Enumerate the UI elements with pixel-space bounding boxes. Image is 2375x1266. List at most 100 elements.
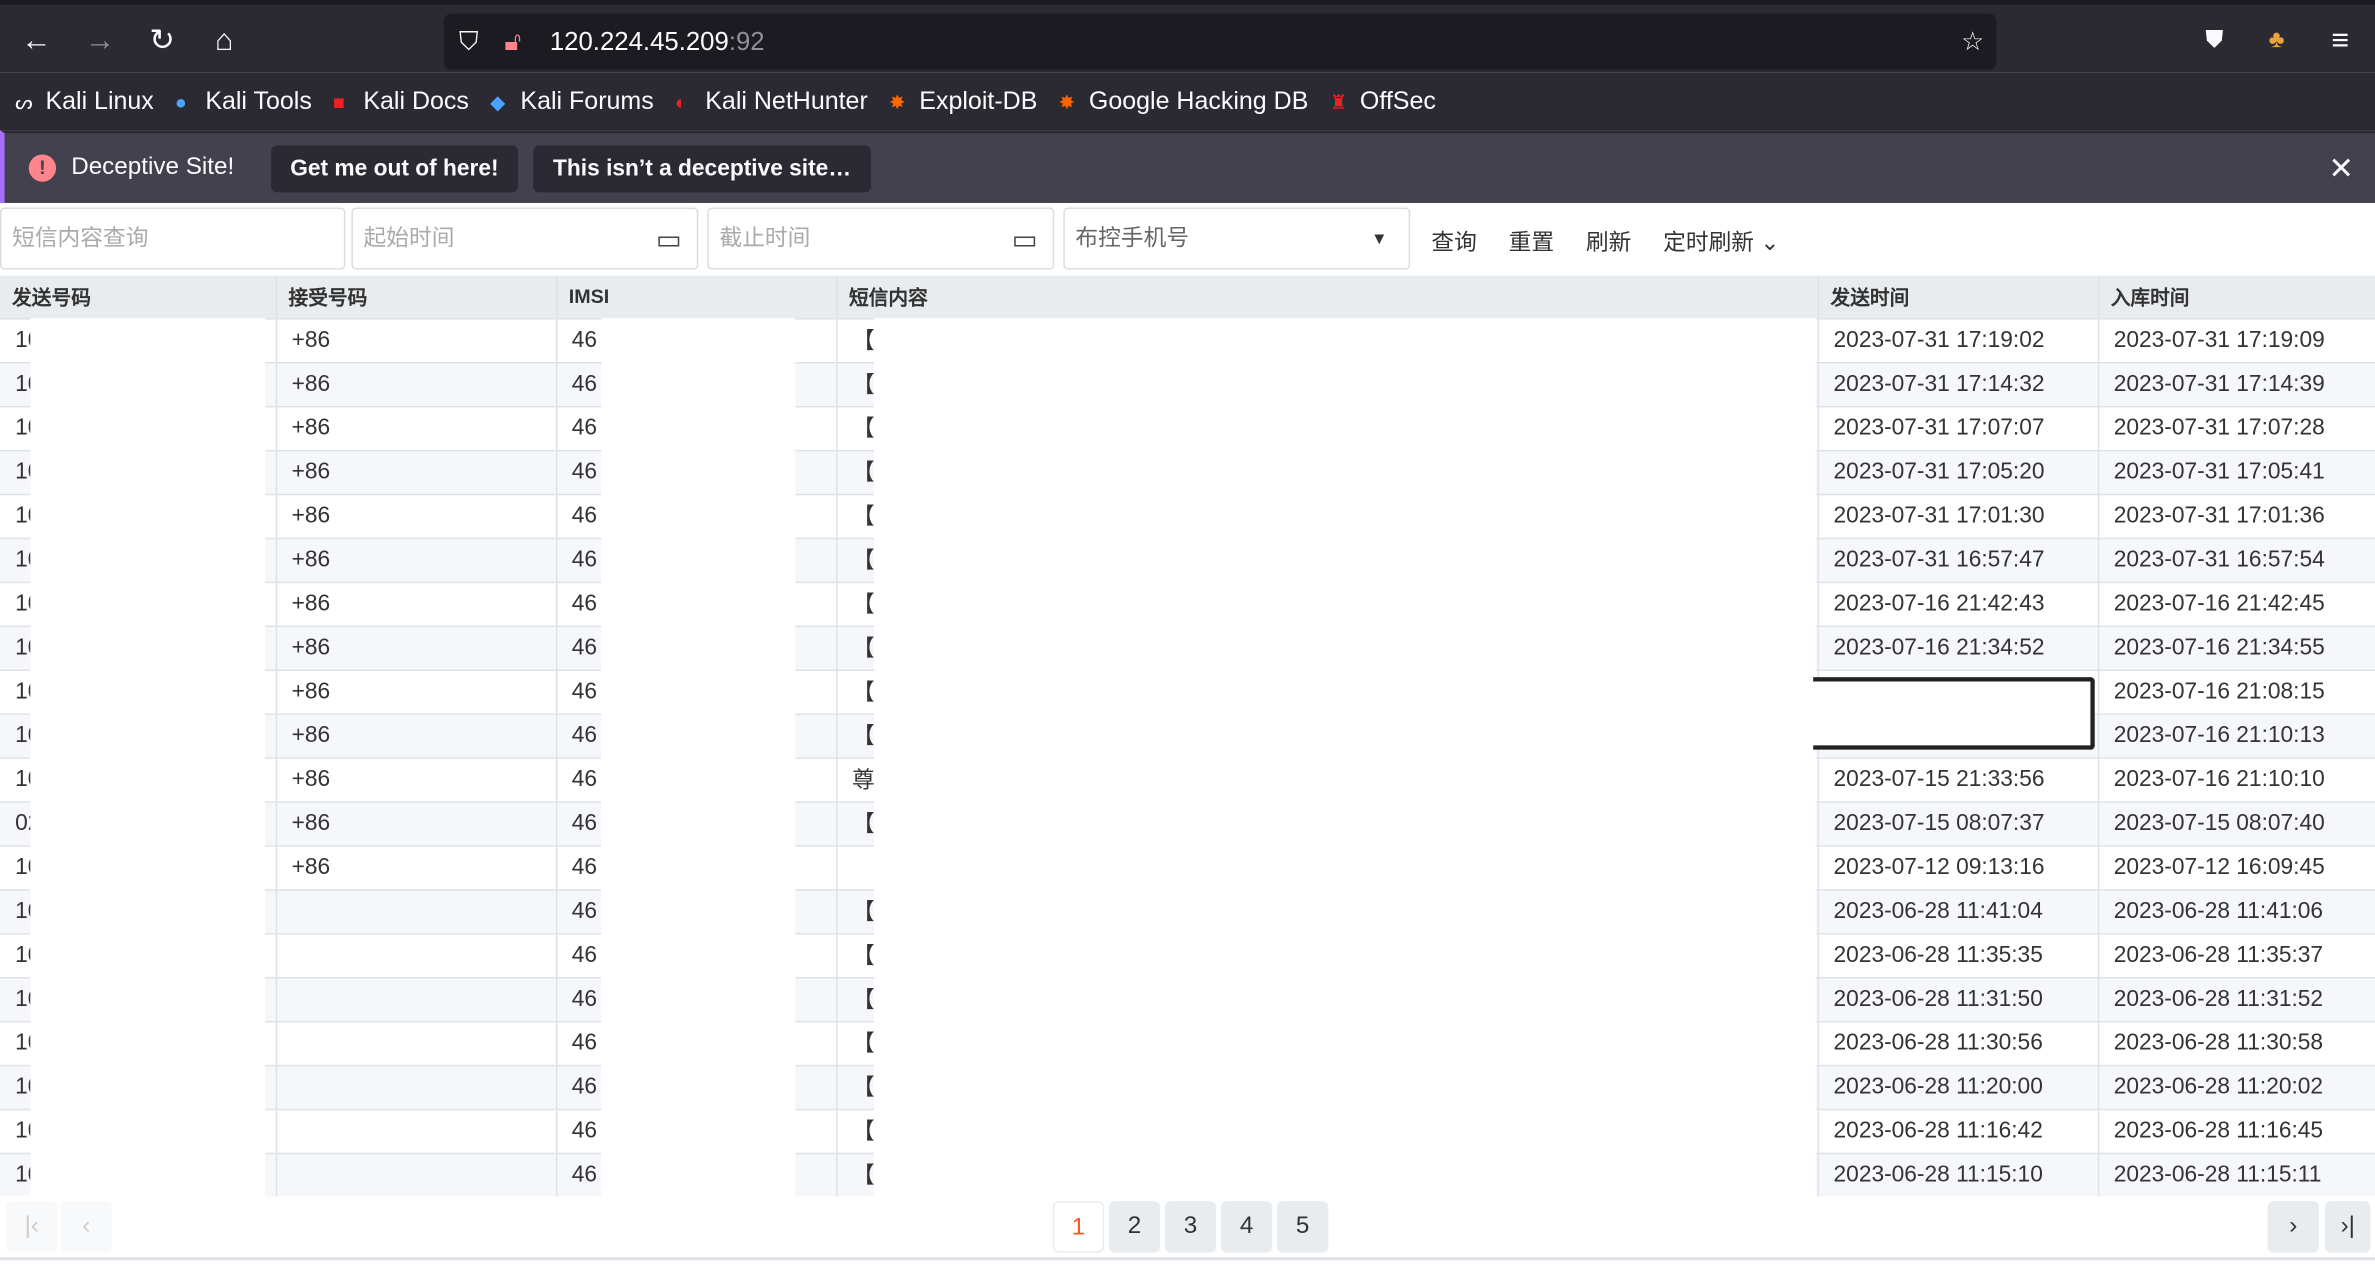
header-store-time[interactable]: 入库时间 [2097, 275, 2375, 319]
header-send-time[interactable]: 发送时间 [1817, 275, 2099, 319]
cell-send-time: 2023-06-28 11:31:50 [1817, 976, 2099, 1021]
reload-icon[interactable]: ↻ [141, 20, 183, 62]
bookmarks-bar: ᔕ Kali Linux ● Kali Tools ■ Kali Docs ◆ Kali… [0, 72, 2375, 131]
bookmark-star-icon[interactable]: ☆ [1961, 14, 1984, 70]
cell-send-time: 2023-07-31 17:14:32 [1817, 361, 2099, 406]
cell-receiver: +86 [275, 493, 557, 538]
cell-store-time: 2023-06-28 11:16:45 [2097, 1108, 2375, 1153]
first-page-button[interactable]: |‹ [6, 1201, 58, 1253]
cell-store-time: 2023-07-31 17:01:36 [2097, 493, 2375, 538]
cell-store-time: 2023-07-16 21:34:55 [2097, 624, 2375, 670]
forward-icon[interactable]: → [79, 20, 121, 62]
query-button[interactable]: 查询 [1431, 226, 1476, 258]
home-icon[interactable]: ⌂ [203, 20, 245, 62]
refresh-button[interactable]: 刷新 [1586, 226, 1631, 258]
shield-icon: ⛉ [458, 27, 479, 57]
auto-refresh-label: 定时刷新 [1663, 230, 1755, 256]
bookmark-google-hacking-db[interactable]: ✸ Google Hacking DB [1059, 87, 1309, 116]
ghdb-icon: ✸ [1058, 90, 1076, 113]
cell-send-time: 2023-06-28 11:16:42 [1817, 1108, 2099, 1153]
cell-receiver: +86 [275, 536, 557, 582]
cell-store-time: 2023-06-28 11:15:11 [2097, 1151, 2375, 1197]
cell-receiver [275, 932, 557, 977]
page-button[interactable]: 1 [1052, 1201, 1105, 1253]
exploit-db-icon: ✸ [889, 90, 906, 113]
cell-receiver: +86 [275, 405, 557, 450]
cell-send-time: 2023-06-28 11:30:56 [1817, 1020, 2099, 1065]
cell-store-time: 2023-06-28 11:41:06 [2097, 888, 2375, 934]
bookmark-label: Kali Linux [45, 87, 154, 115]
prev-page-button[interactable]: ‹ [60, 1201, 113, 1253]
pocket-icon[interactable]: ⛊ [2193, 20, 2235, 62]
cell-store-time: 2023-07-31 17:19:09 [2097, 317, 2375, 363]
header-imsi[interactable]: IMSI [555, 275, 837, 319]
bookmark-kali-docs[interactable]: ■ Kali Docs [333, 87, 469, 116]
extension-icon[interactable]: ♣ [2255, 20, 2297, 62]
start-time-input[interactable]: 起始时间 ▭ [351, 207, 699, 270]
header-sender[interactable]: 发送号码 [0, 275, 277, 319]
url-port: :92 [728, 27, 765, 57]
calendar-icon[interactable]: ▭ [656, 209, 682, 270]
redaction [601, 318, 796, 1197]
header-receiver[interactable]: 接受号码 [275, 275, 557, 319]
bookmark-label: OffSec [1359, 87, 1436, 115]
cell-store-time: 2023-06-28 11:31:52 [2097, 976, 2375, 1021]
cell-receiver: +86 [275, 361, 557, 406]
phone-select-value: 布控手机号 [1075, 225, 1190, 252]
cell-store-time: 2023-07-31 17:14:39 [2097, 361, 2375, 406]
bookmark-kali-forums[interactable]: ◆ Kali Forums [490, 87, 654, 116]
kali-tools-icon: ● [175, 90, 187, 113]
not-deceptive-button[interactable]: This isn’t a deceptive site… [533, 144, 871, 192]
nethunter-icon: ◐ [674, 90, 687, 113]
cell-send-time: 2023-07-15 08:07:37 [1817, 800, 2099, 846]
auto-refresh-dropdown[interactable]: 定时刷新 ⌄ [1663, 226, 1779, 258]
cell-send-time: 2023-06-28 11:41:04 [1817, 888, 2099, 934]
cell-receiver [275, 1151, 557, 1197]
cell-store-time: 2023-07-31 17:05:41 [2097, 449, 2375, 494]
close-icon[interactable]: ✕ [2328, 149, 2353, 187]
reset-button[interactable]: 重置 [1509, 226, 1554, 258]
cell-send-time: 2023-06-28 11:20:00 [1817, 1064, 2099, 1109]
page-button[interactable]: 3 [1164, 1201, 1217, 1253]
redaction-box [1813, 677, 2095, 750]
cell-receiver: +86 [275, 449, 557, 494]
cell-receiver: +86 [275, 317, 557, 363]
phone-select[interactable]: 布控手机号 ▼ [1063, 207, 1411, 270]
bookmark-kali-linux[interactable]: ᔕ Kali Linux [15, 87, 154, 116]
cell-store-time: 2023-07-31 17:07:28 [2097, 405, 2375, 450]
cell-store-time: 2023-06-28 11:30:58 [2097, 1020, 2375, 1065]
page-button[interactable]: 4 [1220, 1201, 1273, 1253]
caret-down-icon: ▼ [1370, 230, 1388, 249]
url-bar[interactable]: ⛉ 🔓︎ 120.224.45.209:92 ☆ [443, 13, 1997, 70]
cell-store-time: 2023-07-15 08:07:40 [2097, 800, 2375, 846]
bookmark-offsec[interactable]: ♜ OffSec [1330, 87, 1436, 116]
calendar-icon[interactable]: ▭ [1012, 209, 1038, 270]
cell-send-time: 2023-06-28 11:35:35 [1817, 932, 2099, 977]
header-content[interactable]: 短信内容 [836, 275, 1819, 319]
cell-receiver: +86 [275, 712, 557, 758]
cell-store-time: 2023-06-28 11:35:37 [2097, 932, 2375, 977]
last-page-button[interactable]: ›| [2325, 1201, 2371, 1253]
menu-icon[interactable]: ≡ [2319, 20, 2361, 62]
chevron-down-icon: ⌄ [1760, 230, 1780, 256]
bookmark-kali-nethunter[interactable]: ◐ Kali NetHunter [675, 87, 868, 116]
deceptive-site-warning: ! Deceptive Site! Get me out of here! Th… [0, 130, 2375, 203]
page-button[interactable]: 2 [1108, 1201, 1161, 1253]
page-button[interactable]: 5 [1276, 1201, 1329, 1253]
cell-send-time: 2023-07-31 16:57:47 [1817, 536, 2099, 582]
start-time-placeholder: 起始时间 [363, 225, 455, 252]
cell-store-time: 2023-06-28 11:20:02 [2097, 1064, 2375, 1109]
bookmark-kali-tools[interactable]: ● Kali Tools [175, 87, 312, 116]
bookmark-exploit-db[interactable]: ✸ Exploit-DB [889, 87, 1037, 116]
pagination: |‹ ‹ 12345 › ›| [0, 1196, 2375, 1261]
warning-icon: ! [28, 154, 57, 182]
cell-receiver: +86 [275, 580, 557, 626]
next-page-button[interactable]: › [2267, 1201, 2320, 1253]
offsec-icon: ♜ [1329, 90, 1348, 113]
get-me-out-button[interactable]: Get me out of here! [270, 144, 519, 192]
cell-send-time: 2023-07-31 17:05:20 [1817, 449, 2099, 494]
back-icon[interactable]: ← [15, 20, 57, 62]
content-search-input[interactable]: 短信内容查询 [0, 207, 346, 270]
cell-receiver [275, 976, 557, 1021]
end-time-input[interactable]: 截止时间 ▭ [707, 207, 1055, 270]
